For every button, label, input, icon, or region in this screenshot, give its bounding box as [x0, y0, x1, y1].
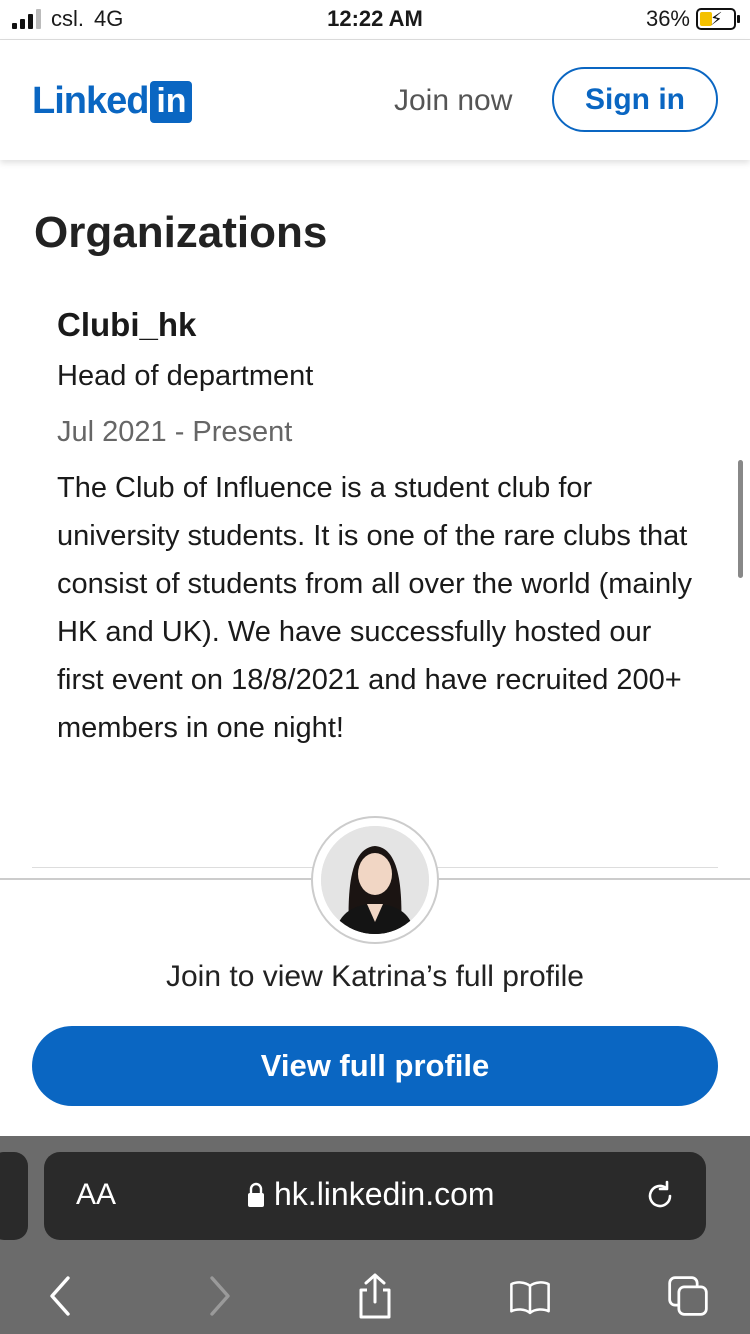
address-bar[interactable]: AA hk.linkedin.com	[44, 1152, 706, 1240]
linkedin-logo[interactable]: Linked in	[32, 80, 193, 123]
text-size-button[interactable]: AA	[76, 1178, 116, 1212]
view-full-profile-button[interactable]: View full profile	[32, 1026, 718, 1106]
browser-chrome: AA hk.linkedin.com	[0, 1136, 750, 1334]
logo-wordmark: Linked	[32, 80, 149, 122]
bookmarks-icon[interactable]	[508, 1272, 552, 1320]
sign-in-button[interactable]: Sign in	[552, 67, 718, 132]
profile-avatar-frame	[311, 816, 439, 944]
lock-icon	[248, 1182, 264, 1207]
avatar-photo	[321, 826, 429, 934]
join-now-link[interactable]: Join now	[394, 84, 512, 118]
status-bar: csl. 4G 12:22 AM 36% ⚡	[0, 0, 750, 40]
reload-icon[interactable]	[642, 1178, 678, 1214]
section-title: Organizations	[34, 208, 328, 257]
status-right: 36% ⚡	[645, 6, 740, 32]
back-icon[interactable]	[40, 1272, 84, 1320]
battery-percent: 36%	[645, 6, 690, 31]
share-icon[interactable]	[353, 1272, 397, 1320]
tabs-icon[interactable]	[666, 1272, 710, 1320]
browser-toolbar	[0, 1266, 750, 1326]
logo-badge: in	[150, 80, 193, 123]
clock: 12:22 AM	[327, 6, 423, 31]
organization-role: Head of department	[57, 360, 314, 392]
url-text: hk.linkedin.com	[274, 1176, 495, 1212]
battery-icon: ⚡	[696, 8, 740, 30]
site-header: Linked in Join now Sign in	[0, 40, 750, 160]
charging-icon: ⚡	[710, 9, 723, 29]
join-message: Join to view Katrina’s full profile	[166, 960, 584, 993]
scrollbar[interactable]	[738, 460, 743, 578]
organization-dates: Jul 2021 - Present	[57, 416, 293, 448]
organization-name: Clubi_hk	[57, 306, 197, 343]
organization-description: The Club of Influence is a student club …	[57, 472, 693, 744]
previous-tab-preview[interactable]	[0, 1152, 28, 1240]
avatar	[321, 826, 429, 934]
forward-icon[interactable]	[196, 1272, 240, 1320]
